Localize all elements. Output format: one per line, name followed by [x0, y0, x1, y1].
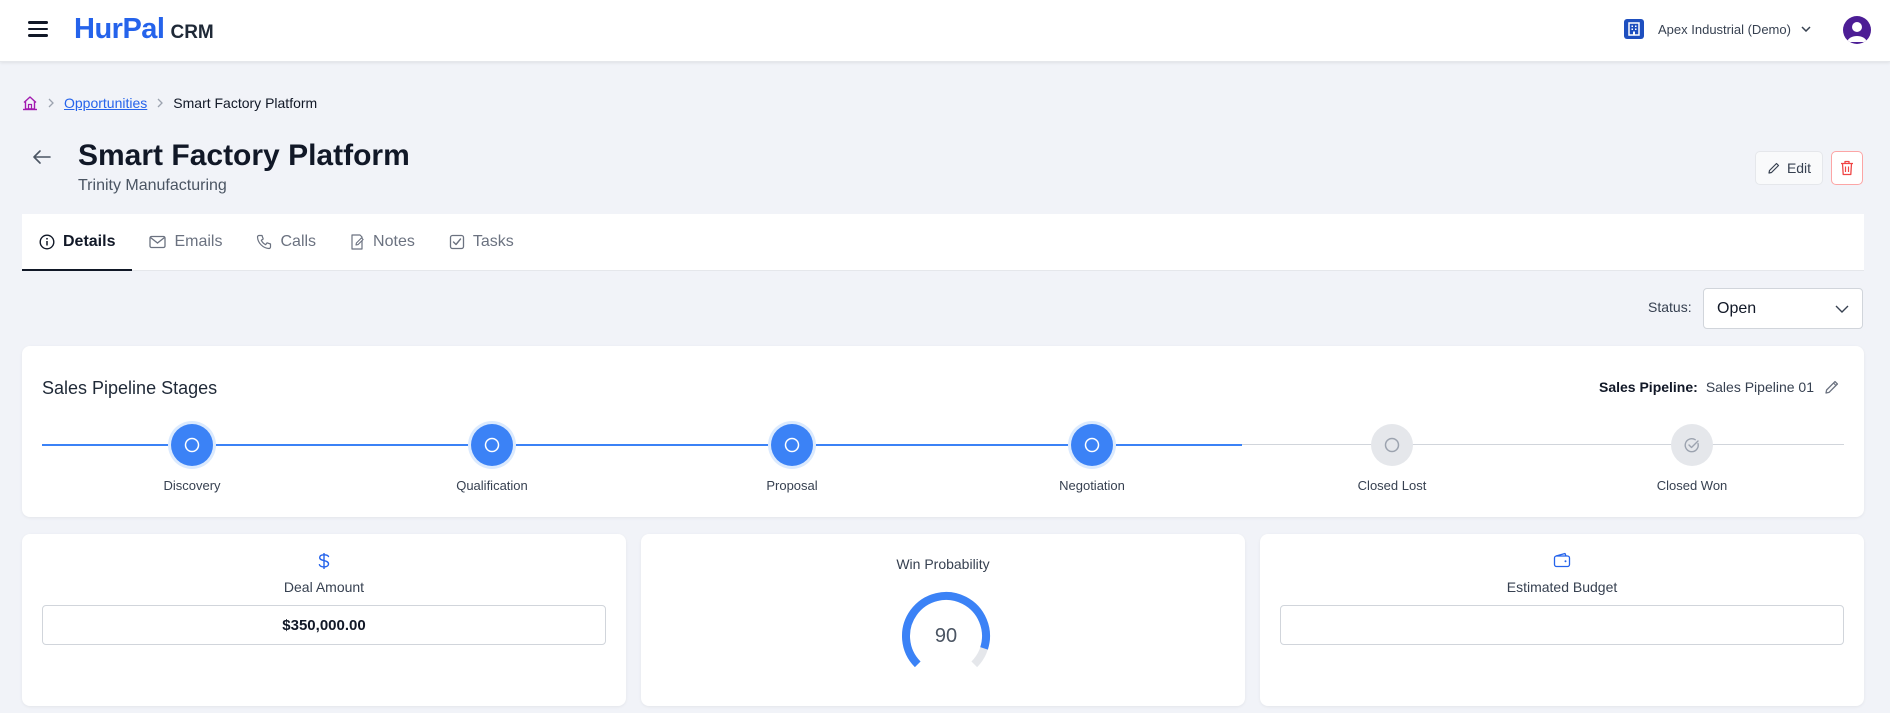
pipeline-stage[interactable]: Qualification	[412, 424, 572, 493]
circle-icon	[771, 424, 813, 466]
app-logo[interactable]: HurPal CRM	[74, 13, 214, 46]
pipeline-label: Sales Pipeline:	[1598, 379, 1698, 395]
user-avatar[interactable]	[1843, 16, 1871, 44]
top-bar: HurPal CRM Apex Industrial (Demo)	[0, 0, 1890, 62]
check-circle-icon	[1671, 424, 1713, 466]
info-icon	[39, 234, 55, 250]
logo-sub: CRM	[170, 22, 214, 43]
estimated-budget-label: Estimated Budget	[1506, 579, 1618, 595]
menu-icon[interactable]	[28, 21, 48, 37]
circle-icon	[471, 424, 513, 466]
pipeline-value: Sales Pipeline 01	[1705, 379, 1814, 395]
pipeline-title: Sales Pipeline Stages	[42, 378, 218, 398]
tab-label: Tasks	[472, 233, 514, 250]
home-icon[interactable]	[22, 95, 38, 111]
trash-icon	[1841, 160, 1853, 176]
pipeline-stage-label: Negotiation	[1059, 478, 1125, 493]
chevron-right-icon	[157, 98, 164, 108]
pipeline-stage[interactable]: Closed Lost	[1312, 424, 1472, 493]
dollar-icon	[22, 552, 626, 570]
pipeline-stage-label: Closed Won	[1656, 478, 1728, 493]
status-select[interactable]: Open	[1703, 288, 1863, 329]
page-subtitle: Trinity Manufacturing	[78, 177, 227, 194]
circle-icon	[1071, 424, 1113, 466]
org-name: Apex Industrial (Demo)	[1658, 21, 1791, 37]
logo-brand: HurPal	[74, 13, 165, 45]
chevron-down-icon	[1835, 305, 1849, 313]
pipeline-info: Sales Pipeline: Sales Pipeline 01	[1599, 379, 1840, 395]
pipeline-card: Sales Pipeline Stages Sales Pipeline: Sa…	[22, 346, 1864, 517]
pipeline-stage-label: Qualification	[456, 478, 528, 493]
pipeline-stage-label: Closed Lost	[1357, 478, 1427, 493]
pencil-icon[interactable]	[1824, 379, 1840, 395]
org-switcher[interactable]: Apex Industrial (Demo)	[1624, 19, 1811, 39]
building-icon	[1624, 19, 1644, 39]
breadcrumb-current: Smart Factory Platform	[173, 95, 318, 111]
tab-label: Calls	[280, 233, 317, 250]
checkbox-icon	[449, 234, 464, 250]
wallet-icon	[1260, 552, 1864, 568]
tab-notes[interactable]: Notes	[333, 214, 432, 270]
breadcrumb-opportunities-link[interactable]: Opportunities	[64, 95, 147, 111]
circle-icon	[1371, 424, 1413, 466]
pipeline-stage-label: Discovery	[163, 478, 221, 493]
tab-bar: Details Emails Calls Notes Tasks	[22, 214, 1864, 271]
estimated-budget-card: Estimated Budget	[1260, 534, 1864, 706]
estimated-budget-field[interactable]	[1280, 605, 1844, 645]
tab-label: Emails	[174, 233, 223, 250]
tab-tasks[interactable]: Tasks	[432, 214, 531, 270]
win-probability-label: Win Probability	[896, 556, 990, 572]
tab-label: Details	[63, 233, 116, 250]
win-probability-value: 90	[934, 624, 958, 647]
back-arrow-icon[interactable]	[32, 149, 52, 170]
deal-amount-label: Deal Amount	[283, 579, 365, 595]
edit-button-label: Edit	[1786, 160, 1812, 176]
pencil-icon	[1768, 162, 1780, 174]
delete-button[interactable]	[1831, 151, 1863, 185]
pipeline-stage[interactable]: Negotiation	[1012, 424, 1172, 493]
pipeline-stage[interactable]: Discovery	[112, 424, 272, 493]
tab-emails[interactable]: Emails	[132, 214, 239, 270]
page-title: Smart Factory Platform	[78, 139, 410, 172]
deal-amount-field[interactable]: $350,000.00	[42, 605, 606, 645]
pipeline-stage[interactable]: Closed Won	[1612, 424, 1772, 493]
note-icon	[351, 234, 364, 250]
deal-amount-card: Deal Amount $350,000.00	[22, 534, 626, 706]
phone-icon	[257, 234, 272, 250]
breadcrumb: Opportunities Smart Factory Platform	[22, 95, 317, 111]
circle-icon	[171, 424, 213, 466]
win-probability-card: Win Probability 90	[641, 534, 1245, 706]
status-label: Status:	[1648, 299, 1692, 315]
tab-details[interactable]: Details	[22, 214, 133, 271]
edit-button[interactable]: Edit	[1755, 151, 1823, 185]
chevron-right-icon	[48, 98, 54, 108]
mail-icon	[149, 235, 167, 249]
tab-calls[interactable]: Calls	[239, 214, 333, 270]
chevron-down-icon	[1801, 26, 1811, 32]
tab-label: Notes	[373, 233, 415, 250]
pipeline-stage[interactable]: Proposal	[712, 424, 872, 493]
status-value: Open	[1717, 299, 1757, 317]
pipeline-stage-label: Proposal	[766, 478, 818, 493]
